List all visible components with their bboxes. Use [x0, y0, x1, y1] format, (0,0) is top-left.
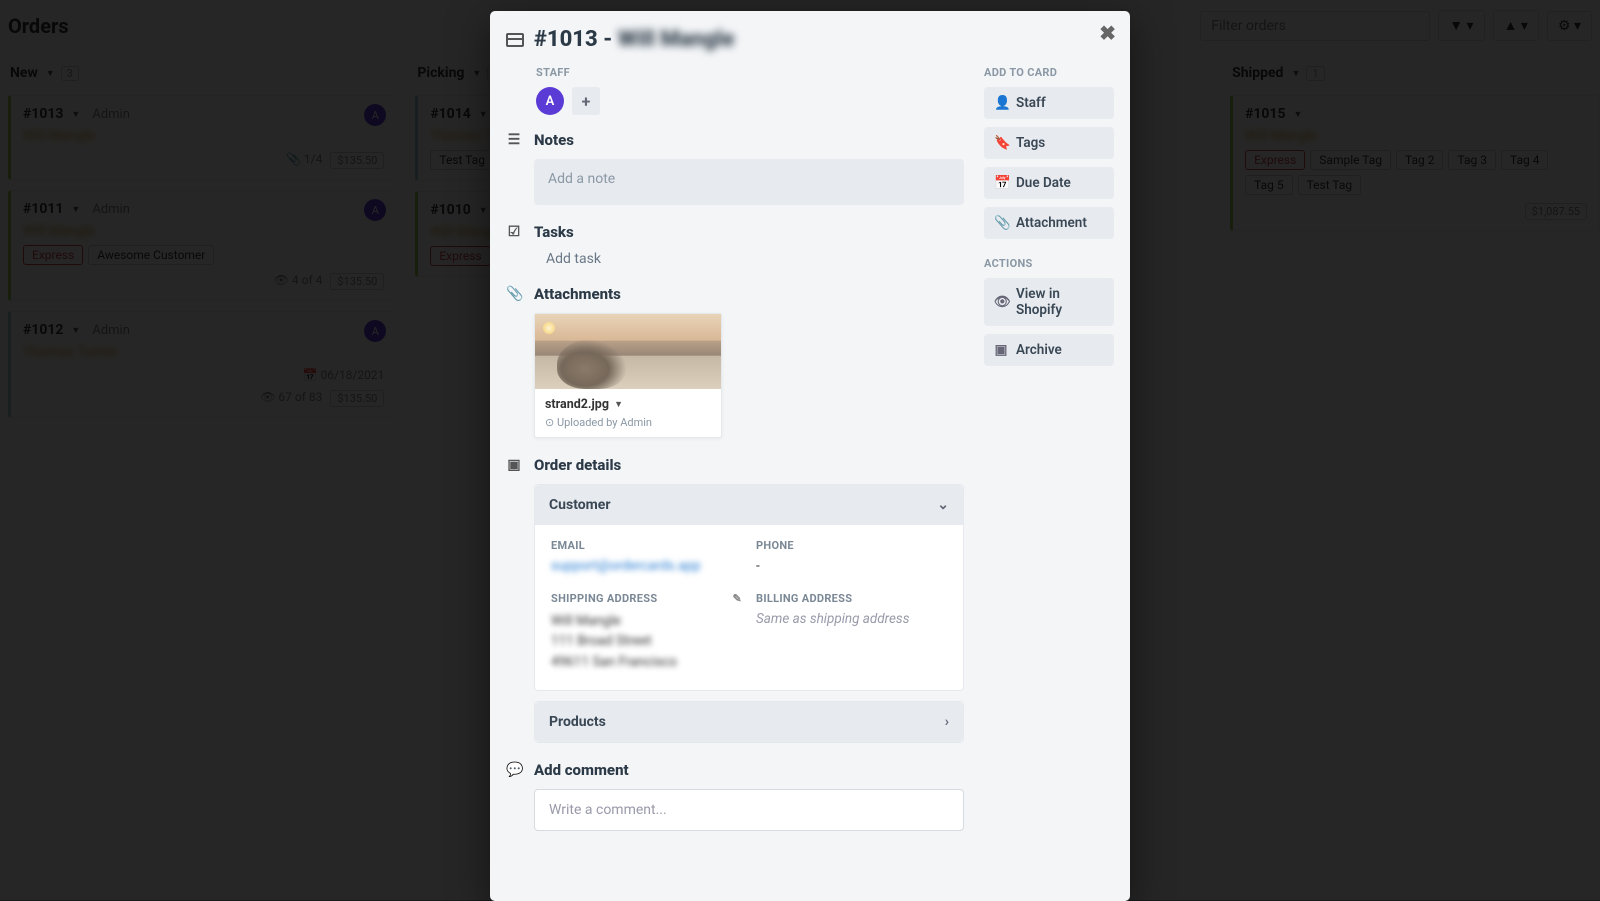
order-card[interactable]: #1011▼Admin A Will Mangle ExpressAwesome…: [8, 190, 397, 301]
shipping-address: Will Mangle 111 Broad Street 49611 San F…: [551, 611, 742, 672]
email-label: EMAIL: [551, 539, 742, 552]
comment-input[interactable]: Write a comment...: [534, 789, 964, 831]
add-to-card-label: ADD TO CARD: [984, 66, 1114, 79]
edit-shipping-button[interactable]: ✎: [732, 592, 742, 605]
billing-label: BILLING ADDRESS: [756, 592, 947, 605]
add-staff-side-button[interactable]: 👤Staff: [984, 87, 1114, 119]
filter-tag-button[interactable]: ▼ ▾: [1438, 10, 1484, 41]
attachment-card[interactable]: strand2.jpg ▼ ⊙ Uploaded by Admin: [534, 313, 722, 438]
add-task-button[interactable]: Add task: [546, 251, 964, 267]
staff-label: STAFF: [506, 66, 964, 79]
staff-avatar[interactable]: A: [536, 87, 564, 115]
customer-panel: Customer ⌄ EMAIL support@ordercards.app …: [534, 484, 964, 691]
add-staff-button[interactable]: +: [572, 87, 600, 115]
close-button[interactable]: ✖: [1099, 21, 1116, 45]
chevron-right-icon: ›: [945, 714, 949, 730]
order-card[interactable]: #1012▼Admin A Thomas Turner 📅 06/18/2021…: [8, 311, 397, 418]
add-attachment-button[interactable]: 📎Attachment: [984, 207, 1114, 239]
tasks-heading: Tasks: [534, 223, 574, 241]
notes-icon: ☰: [506, 132, 522, 148]
comment-icon: 💬: [506, 762, 522, 778]
column-header-new[interactable]: New: [10, 65, 38, 81]
eye-icon: 👁: [994, 294, 1008, 310]
attachment-menu-icon[interactable]: ▼: [614, 400, 623, 410]
order-details-heading: Order details: [534, 456, 621, 474]
tasks-icon: ☑: [506, 224, 522, 240]
archive-icon: ▣: [994, 342, 1008, 358]
add-due-date-button[interactable]: 📅Due Date: [984, 167, 1114, 199]
column-header-shipped[interactable]: Shipped: [1232, 65, 1283, 81]
notes-heading: Notes: [534, 131, 574, 149]
actions-label: ACTIONS: [984, 257, 1114, 270]
calendar-icon: 📅: [994, 175, 1008, 191]
notes-input[interactable]: Add a note: [534, 159, 964, 205]
user-icon: 👤: [994, 95, 1008, 111]
add-comment-heading: Add comment: [534, 761, 629, 779]
attachment-icon: 📎: [506, 286, 522, 302]
order-detail-modal: ✖ #1013 - Will Mangle STAFF A + ☰ Notes …: [490, 11, 1130, 901]
filter-orders-input[interactable]: Filter orders: [1200, 11, 1430, 41]
settings-button[interactable]: ⚙ ▾: [1547, 11, 1592, 41]
billing-value: Same as shipping address: [756, 611, 947, 627]
avatar-icon: A: [364, 104, 386, 126]
paperclip-icon: 📎: [994, 215, 1008, 231]
add-tags-button[interactable]: 🔖Tags: [984, 127, 1114, 159]
archive-button[interactable]: ▣Archive: [984, 334, 1114, 366]
products-panel: Products ›: [534, 701, 964, 743]
customer-panel-toggle[interactable]: Customer ⌄: [535, 485, 963, 525]
tag-icon: 🔖: [994, 135, 1008, 151]
order-card[interactable]: #1013▼Admin A Will Mangle 📎 1/4$135.50: [8, 95, 397, 180]
page-title: Orders: [8, 14, 69, 38]
card-icon: [506, 33, 524, 47]
chevron-down-icon: ⌄: [937, 497, 949, 513]
avatar-icon: A: [364, 199, 386, 221]
products-panel-toggle[interactable]: Products ›: [535, 702, 963, 742]
shipping-label: SHIPPING ADDRESS: [551, 592, 657, 605]
modal-title: #1013 - Will Mangle: [534, 27, 734, 52]
attachment-thumbnail: [535, 314, 721, 389]
phone-value: -: [756, 558, 947, 574]
order-card[interactable]: #1015▼ Will Mangle ExpressSample TagTag …: [1230, 95, 1600, 231]
attachment-filename: strand2.jpg: [545, 397, 609, 412]
column-header-picking[interactable]: Picking: [417, 65, 464, 81]
order-details-icon: ▣: [506, 457, 522, 473]
avatar-icon: A: [364, 320, 386, 342]
email-value[interactable]: support@ordercards.app: [551, 558, 701, 574]
filter-user-button[interactable]: ▲ ▾: [1493, 10, 1539, 41]
view-in-shopify-button[interactable]: 👁View in Shopify: [984, 278, 1114, 326]
phone-label: PHONE: [756, 539, 947, 552]
attachments-heading: Attachments: [534, 285, 621, 303]
attachment-uploader: Uploaded by Admin: [557, 416, 652, 429]
